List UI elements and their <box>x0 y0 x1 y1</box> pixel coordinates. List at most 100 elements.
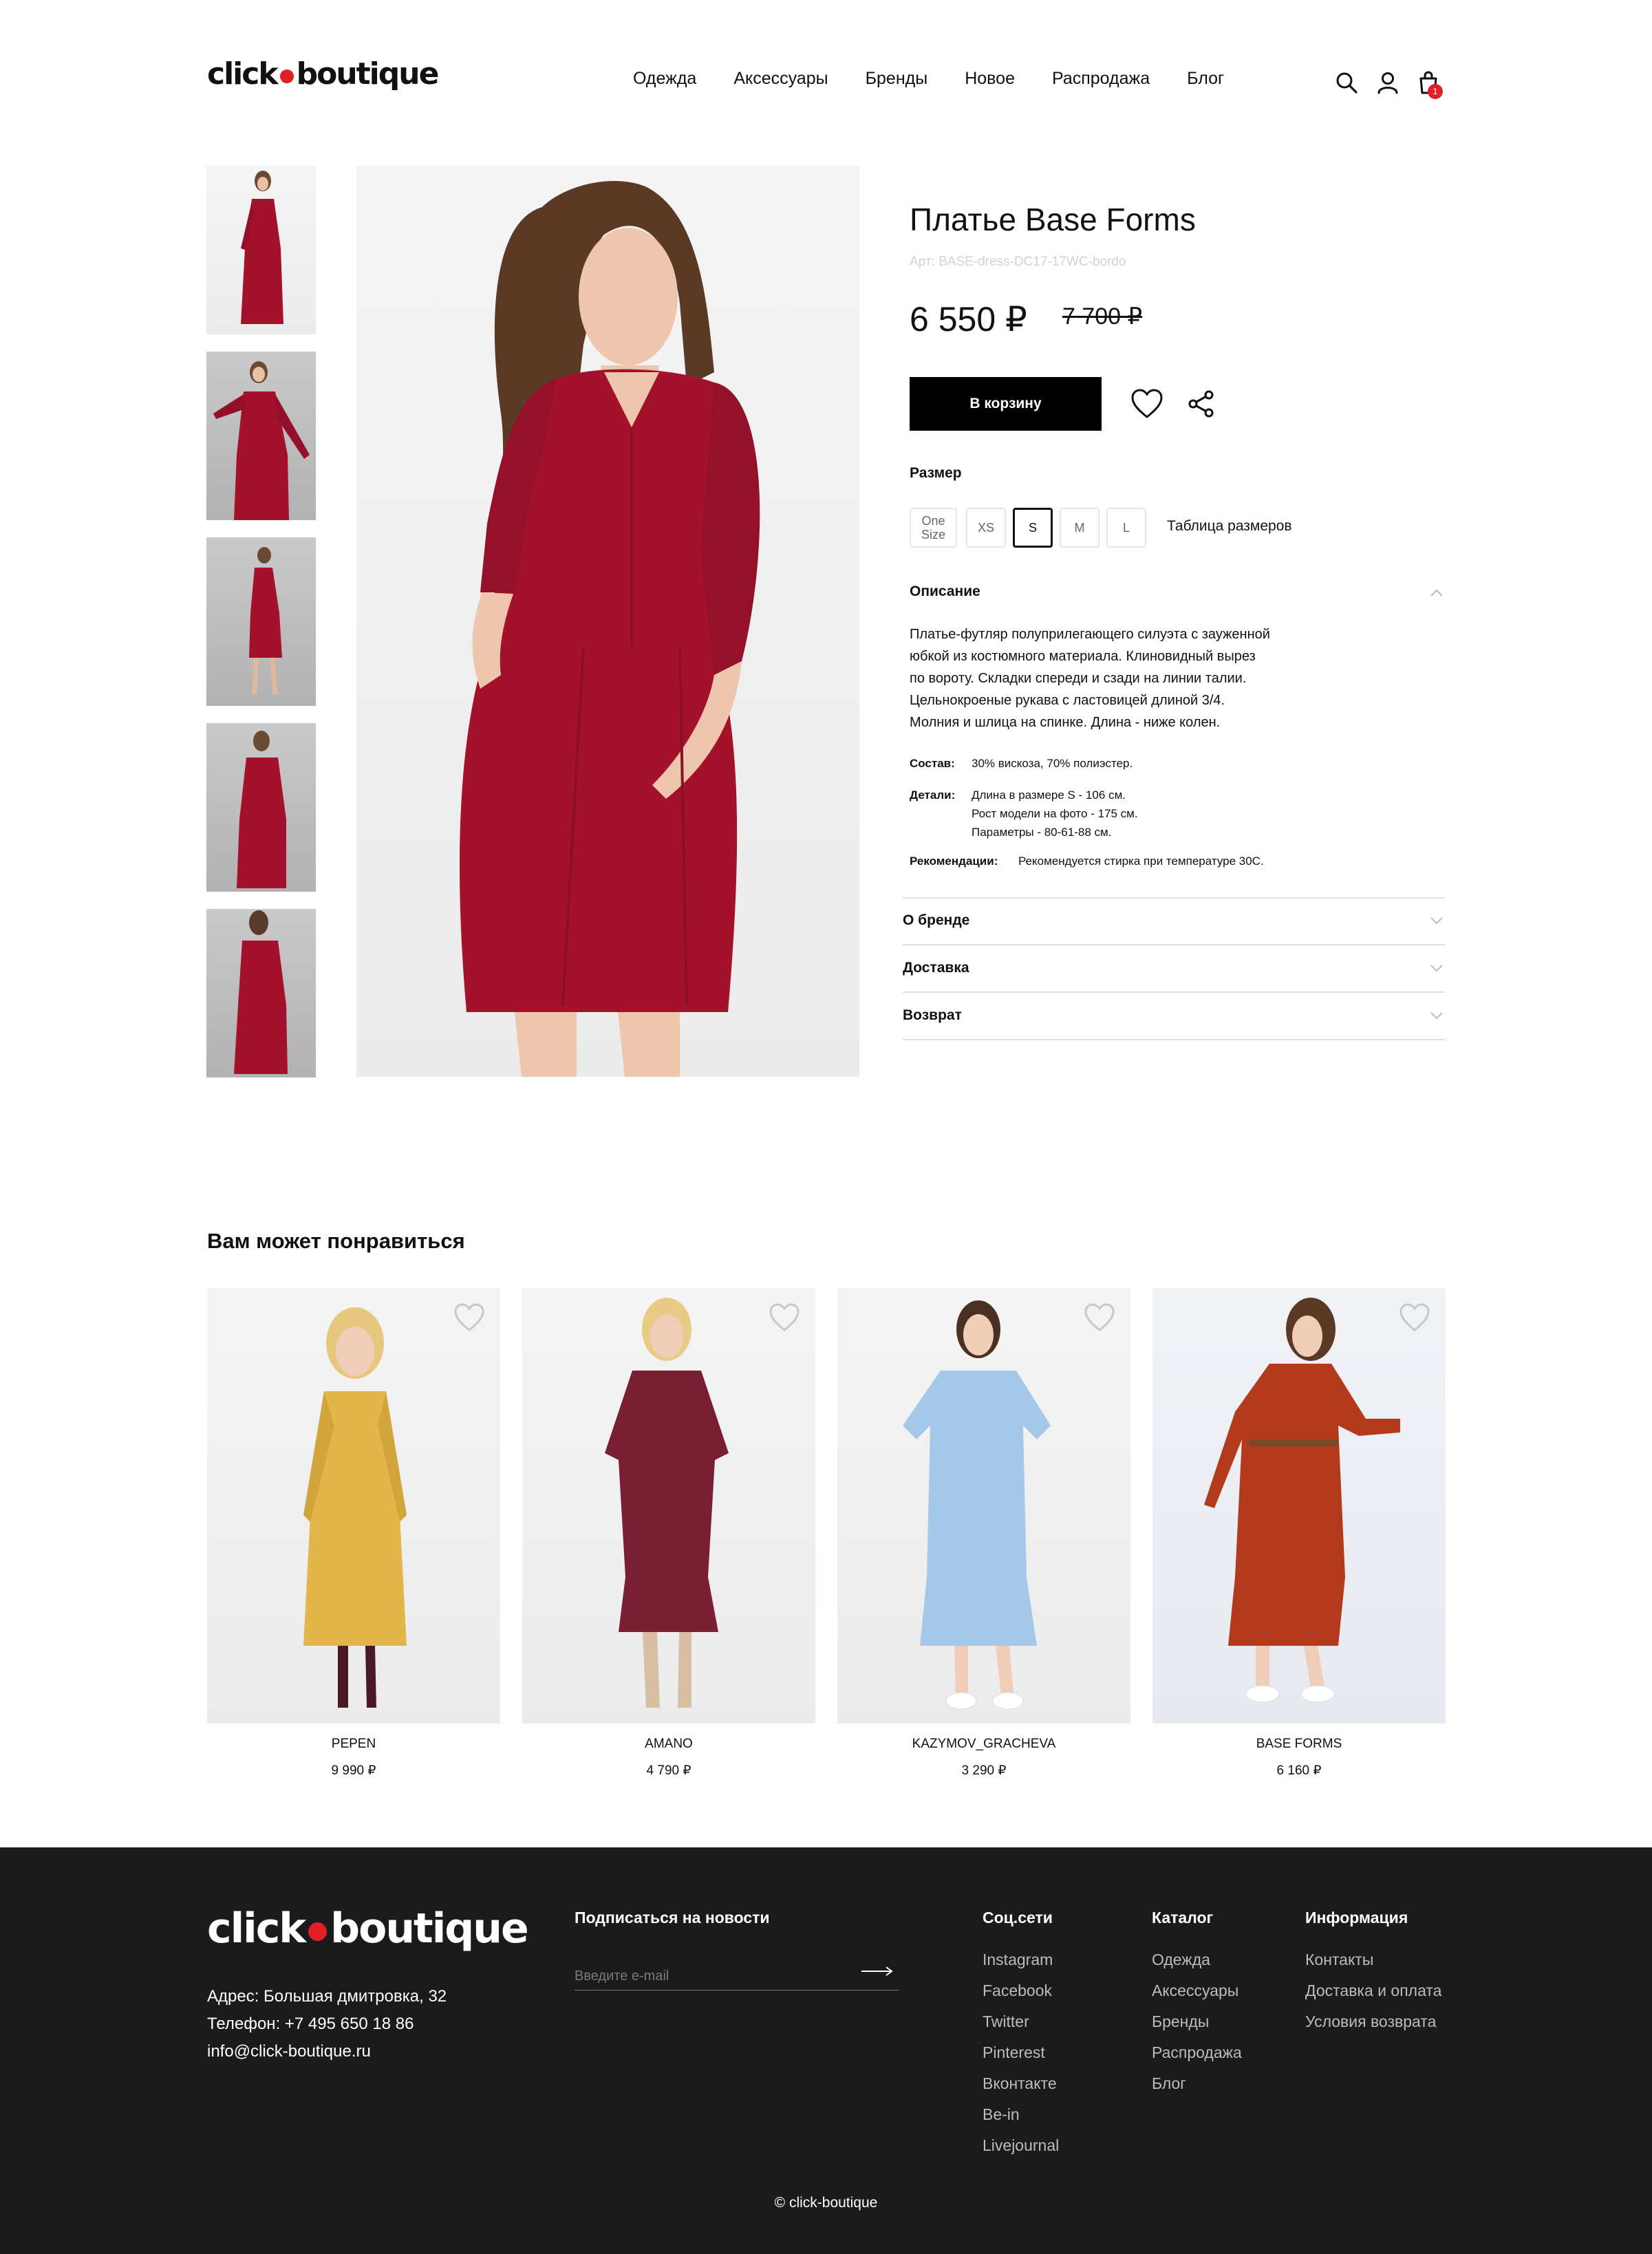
social-link-be-in[interactable]: Be-in <box>983 2105 1020 2124</box>
social-link-pinterest[interactable]: Pinterest <box>983 2043 1045 2062</box>
nav-item-new[interactable]: Новое <box>965 69 1015 89</box>
dress-photo <box>303 1307 407 1708</box>
size-label: Размер <box>910 465 962 481</box>
product-card-image[interactable] <box>1152 1288 1446 1724</box>
nav-item-sale[interactable]: Распродажа <box>1052 69 1150 89</box>
nav-item-blog[interactable]: Блог <box>1187 69 1224 89</box>
logo-dot <box>308 1922 328 1941</box>
catalog-link-accessories[interactable]: Аксессуары <box>1152 1982 1238 2000</box>
nav-item-brands[interactable]: Бренды <box>866 69 928 89</box>
footer-phone[interactable]: Телефон: +7 495 650 18 86 <box>207 2015 414 2034</box>
social-link-vkontakte[interactable]: Вконтакте <box>983 2074 1057 2093</box>
social-link-livejournal[interactable]: Livejournal <box>983 2136 1059 2155</box>
divider <box>903 944 1445 945</box>
dress-photo <box>1204 1298 1400 1703</box>
product-thumbnail-2[interactable] <box>206 352 316 520</box>
footer-address: Адрес: Большая дмитровка, 32 <box>207 1987 447 2006</box>
description-header[interactable]: Описание <box>910 583 980 600</box>
size-option-one-size[interactable]: One Size <box>910 508 957 548</box>
chevron-down-icon[interactable] <box>1430 916 1444 925</box>
footer-email[interactable]: info@click-boutique.ru <box>207 2042 371 2061</box>
info-link-contacts[interactable]: Контакты <box>1305 1951 1373 1969</box>
nav-item-accessories[interactable]: Аксессуары <box>733 69 828 89</box>
social-link-instagram[interactable]: Instagram <box>983 1951 1053 1969</box>
dress-photo <box>460 180 760 1077</box>
product-card-image[interactable] <box>837 1288 1130 1724</box>
recommendation-value: Рекомендуется стирка при температуре 30С… <box>1018 855 1264 868</box>
social-link-facebook[interactable]: Facebook <box>983 1982 1052 2000</box>
product-old-price: 7 700 ₽ <box>1062 303 1143 330</box>
copyright: © click-boutique <box>774 2195 878 2211</box>
main-nav: Одежда Аксессуары Бренды Новое Распродаж… <box>633 69 1224 89</box>
composition-value: 30% вискоза, 70% полиэстер. <box>972 757 1133 770</box>
accordion-return[interactable]: Возврат <box>903 1007 962 1024</box>
dress-photo <box>605 1298 729 1708</box>
favorite-heart-icon[interactable] <box>453 1302 486 1333</box>
search-icon[interactable] <box>1333 69 1360 96</box>
favorite-heart-icon[interactable] <box>1130 388 1164 420</box>
footer-logo[interactable]: click boutique <box>207 1904 529 1953</box>
details-label: Детали: <box>910 788 956 802</box>
recommendation-label: Рекомендации: <box>910 855 998 868</box>
logo-dot <box>279 69 294 83</box>
product-main-photo[interactable] <box>356 166 859 1077</box>
favorite-heart-icon[interactable] <box>1083 1302 1116 1333</box>
divider <box>903 897 1445 899</box>
chevron-down-icon[interactable] <box>1430 964 1444 972</box>
size-option-l[interactable]: L <box>1106 508 1146 548</box>
favorite-heart-icon[interactable] <box>768 1302 801 1333</box>
accordion-delivery[interactable]: Доставка <box>903 960 969 976</box>
details-value: Длина в размере S - 106 см. Рост модели … <box>972 788 1138 839</box>
catalog-link-blog[interactable]: Блог <box>1152 2074 1186 2093</box>
dress-photo <box>234 910 288 1074</box>
add-to-cart-button[interactable]: В корзину <box>910 377 1102 431</box>
product-card-price: 6 160 ₽ <box>1276 1763 1322 1778</box>
catalog-link-sale[interactable]: Распродажа <box>1152 2043 1242 2062</box>
dress-photo <box>903 1300 1051 1710</box>
product-card-brand[interactable]: BASE FORMS <box>1152 1737 1446 1752</box>
product-sku: Арт: BASE-dress-DC17-17WC-bordo <box>910 255 1126 269</box>
chevron-up-icon[interactable] <box>1430 589 1444 597</box>
size-option-s[interactable]: S <box>1013 508 1053 548</box>
product-card-image[interactable] <box>522 1288 815 1724</box>
recommendations-title: Вам может понравиться <box>207 1229 465 1253</box>
subscribe-title: Подписаться на новости <box>575 1909 770 1926</box>
user-icon[interactable] <box>1375 69 1401 96</box>
catalog-title: Каталог <box>1152 1909 1214 1926</box>
info-link-delivery[interactable]: Доставка и оплата <box>1305 1982 1441 2000</box>
product-card-price: 3 290 ₽ <box>961 1763 1007 1778</box>
newsletter-email-input[interactable] <box>575 1963 899 1990</box>
size-table-link[interactable]: Таблица размеров <box>1167 518 1292 535</box>
product-card-brand[interactable]: AMANO <box>522 1737 815 1752</box>
composition-label: Состав: <box>910 757 955 770</box>
info-link-returns[interactable]: Условия возврата <box>1305 2012 1436 2031</box>
product-card-brand[interactable]: KAZYMOV_GRACHEVA <box>837 1737 1130 1752</box>
size-option-m[interactable]: M <box>1060 508 1099 548</box>
catalog-link-clothing[interactable]: Одежда <box>1152 1951 1210 1969</box>
dress-photo <box>213 361 310 520</box>
nav-item-clothing[interactable]: Одежда <box>633 69 696 89</box>
product-card-brand[interactable]: PEPEN <box>207 1737 500 1752</box>
size-option-xs[interactable]: XS <box>966 508 1006 548</box>
divider <box>903 991 1445 993</box>
product-thumbnail-1[interactable] <box>206 166 316 334</box>
logo[interactable]: click boutique <box>207 56 439 92</box>
chevron-down-icon[interactable] <box>1430 1011 1444 1020</box>
social-link-twitter[interactable]: Twitter <box>983 2012 1029 2031</box>
share-icon[interactable] <box>1187 389 1216 418</box>
accordion-about-brand[interactable]: О бренде <box>903 912 969 929</box>
arrow-right-icon[interactable] <box>860 1964 894 1978</box>
product-card-price: 9 990 ₽ <box>331 1763 376 1778</box>
product-card-image[interactable] <box>207 1288 500 1724</box>
social-title: Соц.сети <box>983 1909 1053 1926</box>
product-thumbnail-5[interactable] <box>206 909 316 1077</box>
divider <box>903 1039 1445 1040</box>
product-thumbnail-3[interactable] <box>206 537 316 706</box>
favorite-heart-icon[interactable] <box>1398 1302 1431 1333</box>
dress-photo <box>249 547 282 695</box>
dress-photo <box>237 731 286 888</box>
catalog-link-brands[interactable]: Бренды <box>1152 2012 1209 2031</box>
product-price: 6 550 ₽ <box>910 300 1027 339</box>
product-title: Платье Base Forms <box>910 202 1196 237</box>
product-thumbnail-4[interactable] <box>206 723 316 892</box>
